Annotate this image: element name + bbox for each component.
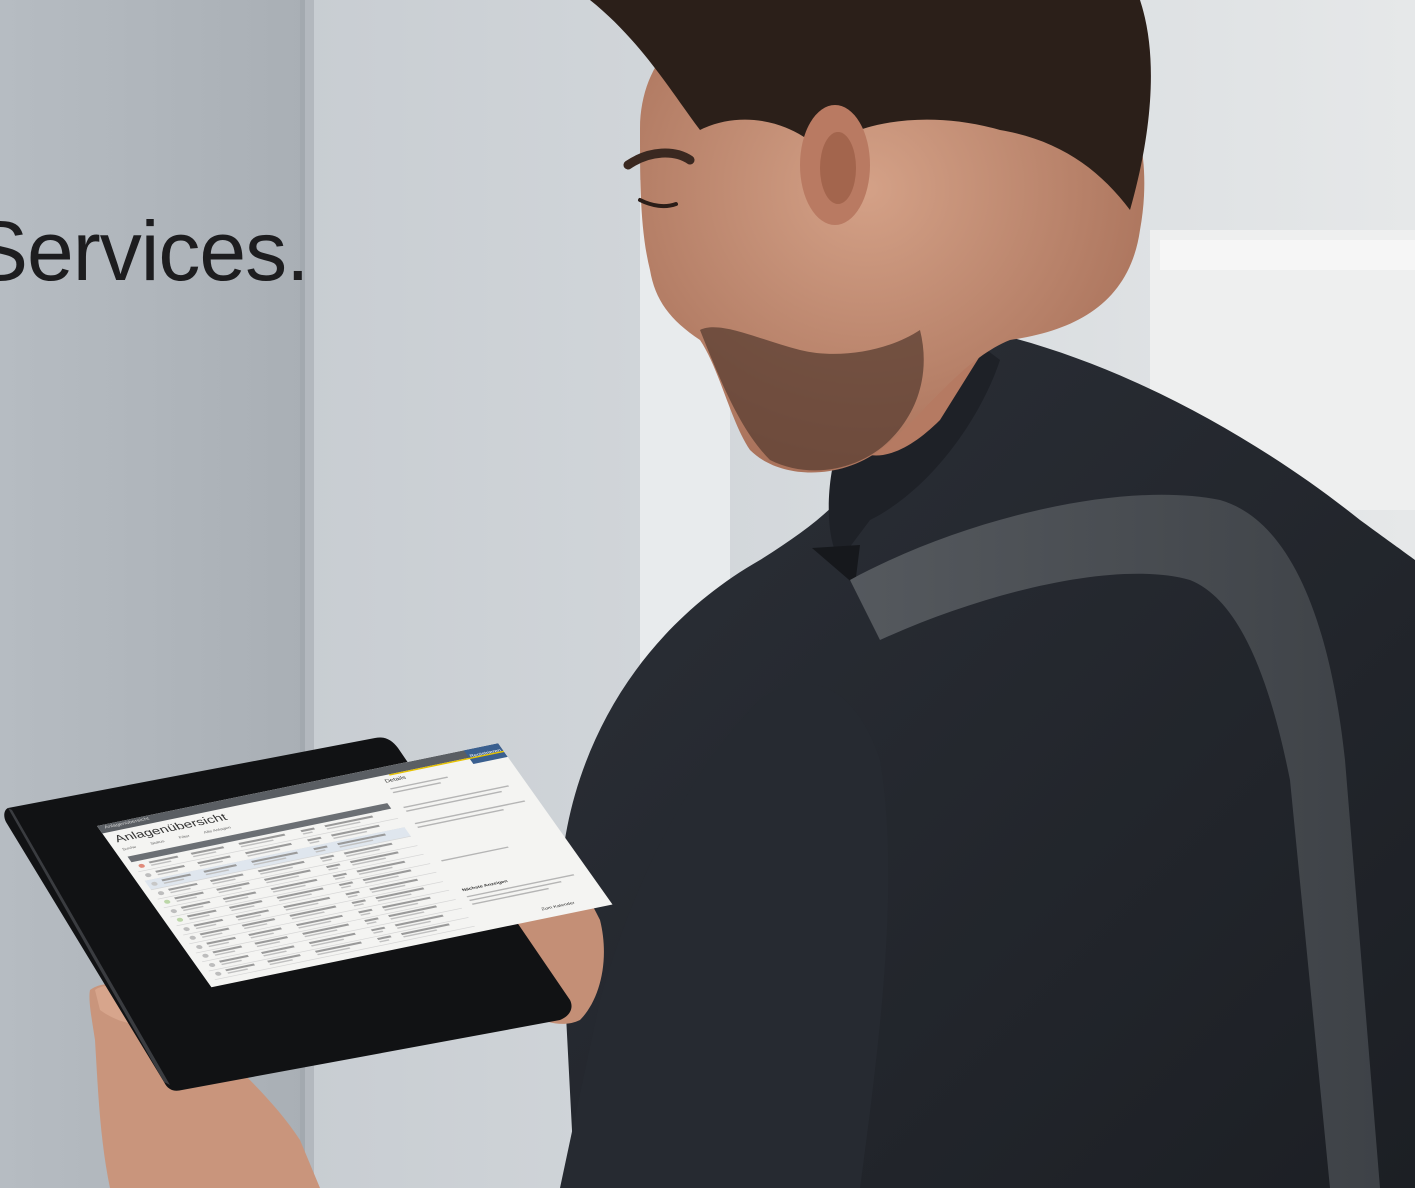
table-cell-sub	[359, 912, 371, 916]
table-cell-sub	[340, 885, 352, 889]
status-dot	[156, 890, 166, 896]
status-dot	[194, 944, 204, 950]
status-dot	[182, 926, 191, 932]
panel-title: Details	[383, 775, 408, 784]
table-cell-sub	[379, 939, 390, 943]
panel-section-title: Nächste Anzeigen	[461, 879, 509, 893]
status-dot	[188, 935, 197, 941]
status-dot	[137, 863, 146, 869]
toolbar-item[interactable]: Suche	[121, 845, 137, 852]
toolbar-item[interactable]: Alle Anlagen	[203, 826, 232, 835]
table-cell-sub	[372, 930, 383, 934]
table-cell-sub	[315, 849, 326, 853]
toolbar-item[interactable]: Filter	[178, 834, 191, 840]
table-cell-sub	[334, 876, 345, 880]
door-molding	[1160, 240, 1415, 270]
table-cell-sub	[366, 921, 377, 925]
status-dot	[150, 881, 159, 887]
table-cell-sub	[302, 831, 313, 835]
table-cell-sub	[328, 867, 339, 871]
table-cell-sub	[353, 903, 364, 907]
table-cell-sub	[308, 840, 320, 844]
status-dot	[143, 872, 153, 878]
status-dot	[207, 962, 217, 968]
panel-line	[440, 846, 509, 862]
headline: Services.	[0, 196, 320, 306]
panel-line	[417, 809, 505, 828]
status-dot	[175, 917, 185, 923]
panel-line	[414, 800, 526, 825]
table-cell-sub	[347, 894, 358, 898]
calendar-link[interactable]: Zum Kalender	[541, 901, 577, 912]
panel-line	[403, 785, 510, 809]
status-dot	[201, 953, 210, 959]
toolbar-item[interactable]: Status	[150, 839, 166, 846]
status-dot	[214, 971, 223, 977]
ear-inner	[820, 132, 856, 204]
headline-text: Services.	[0, 204, 309, 298]
status-dot	[163, 899, 172, 905]
table-cell-sub	[321, 858, 332, 862]
photo-scene	[0, 0, 1415, 1188]
status-dot	[169, 908, 178, 914]
